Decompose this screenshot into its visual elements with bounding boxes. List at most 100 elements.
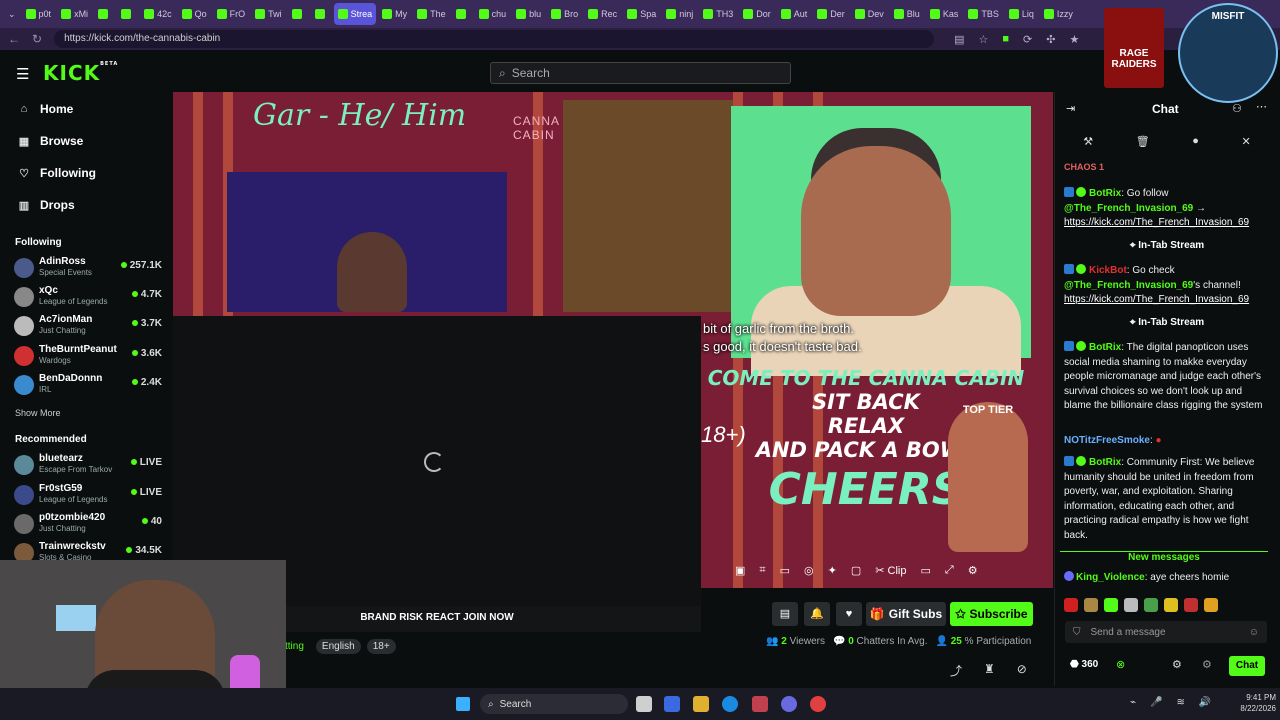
file-explorer-icon[interactable]	[693, 696, 709, 712]
kick-points-icon[interactable]: ⊗	[1116, 658, 1125, 671]
pip-icon[interactable]: ▢	[851, 564, 861, 577]
browser-tab[interactable]: chu	[475, 3, 511, 25]
recommended-channel[interactable]: p0tzombie420 Just Chatting 40	[14, 512, 164, 538]
share-list-button[interactable]: ▤	[772, 602, 798, 626]
settings-wheel-icon[interactable]: ◎	[804, 564, 814, 577]
caption-icon[interactable]: ▭	[920, 564, 930, 577]
trash-icon[interactable]: 🗑	[1136, 135, 1150, 148]
trophy-icon[interactable]: ♜	[984, 662, 995, 679]
favorites-icon[interactable]: ★	[1069, 33, 1079, 46]
emoji-icon[interactable]: ☺	[1249, 627, 1259, 638]
age-tag[interactable]: 18+	[366, 639, 396, 654]
following-channel[interactable]: AdinRoss Special Events 257.1K	[14, 256, 164, 282]
taskbar-clock[interactable]: 9:41 PM 8/22/2026	[1228, 692, 1276, 714]
browser-tab[interactable]	[452, 3, 473, 25]
speech-icon[interactable]: ●	[1192, 135, 1199, 148]
browser-tab[interactable]: p0t	[22, 3, 56, 25]
collapse-chat-icon[interactable]: ⇥	[1066, 102, 1075, 115]
task-view-icon[interactable]	[636, 696, 652, 712]
emote-icon[interactable]	[1184, 598, 1198, 612]
camera-icon[interactable]: ▣	[735, 564, 745, 577]
search-input[interactable]: ⌕ Search	[490, 62, 791, 84]
hammer-icon[interactable]: ⚒	[1083, 135, 1093, 148]
browser-tab[interactable]	[94, 3, 115, 25]
hide-icon[interactable]: ⊘	[1017, 662, 1027, 679]
nav-following[interactable]: ♡ Following	[18, 166, 96, 180]
nav-home[interactable]: ⌂ Home	[18, 102, 74, 116]
emote-icon[interactable]	[1064, 598, 1078, 612]
sparkle-icon[interactable]: ✦	[828, 564, 837, 577]
nav-drops[interactable]: ▥ Drops	[18, 198, 75, 212]
user-settings-icon[interactable]: ⚇	[1232, 102, 1242, 115]
notification-bell-button[interactable]: 🔔	[804, 602, 830, 626]
browser-tab[interactable]: Twi	[251, 3, 286, 25]
new-messages-divider[interactable]: New messages	[1060, 551, 1268, 564]
store-icon[interactable]	[752, 696, 768, 712]
following-channel[interactable]: TheBurntPeanut Wardogs 3.6K	[14, 344, 164, 370]
browser-tab[interactable]	[311, 3, 332, 25]
channel-points[interactable]: ⬣ 360	[1070, 659, 1098, 670]
fullscreen-icon[interactable]: ⤢	[945, 564, 954, 577]
volume-icon[interactable]: 🔊	[1199, 697, 1211, 708]
browser-tab[interactable]: Strea	[333, 3, 377, 25]
reader-icon[interactable]: ▤	[954, 33, 964, 46]
discord-icon[interactable]	[781, 696, 797, 712]
following-channel[interactable]: BenDaDonnn IRL 2.4K	[14, 373, 164, 399]
browser-tab[interactable]: My	[378, 3, 411, 25]
browser-tab[interactable]: TBS	[964, 3, 1003, 25]
chat-send-button[interactable]: Chat	[1229, 656, 1265, 676]
chat-settings-icon[interactable]: ⚙	[1172, 658, 1182, 671]
browser-tab[interactable]: Dev	[851, 3, 888, 25]
puzzle-icon[interactable]: ✣	[1046, 33, 1055, 46]
browser-tab[interactable]: Spa	[623, 3, 660, 25]
in-tab-stream-link[interactable]: ⌖ In-Tab Stream	[1064, 240, 1270, 251]
in-tab-stream-link[interactable]: ⌖ In-Tab Stream	[1064, 317, 1270, 328]
browser-tab[interactable]: Blu	[890, 3, 924, 25]
emote-icon[interactable]	[1084, 598, 1098, 612]
browser-tab[interactable]: Bro	[547, 3, 582, 25]
follow-heart-button[interactable]: ♥	[836, 602, 862, 626]
reload-icon[interactable]: ↻	[32, 32, 42, 46]
hamburger-menu-icon[interactable]: ☰	[16, 65, 29, 83]
more-options-icon[interactable]: ⋯	[1256, 100, 1267, 113]
chat-message-input[interactable]: ⛉ Send a message ☺	[1065, 621, 1267, 643]
browser-tab[interactable]	[288, 3, 309, 25]
mic-icon[interactable]: 🎤	[1150, 697, 1162, 708]
network-icon[interactable]: ⌁	[1130, 697, 1136, 708]
browser-tab[interactable]: Dor	[739, 3, 775, 25]
browser-tab[interactable]: Aut	[777, 3, 812, 25]
browser-tab[interactable]: Qo	[178, 3, 211, 25]
emote-icon[interactable]	[1124, 598, 1138, 612]
emote-icon[interactable]	[1104, 598, 1118, 612]
browser-tab[interactable]: Der	[813, 3, 849, 25]
language-tag[interactable]: English	[315, 639, 361, 654]
browser-tab[interactable]: blu	[512, 3, 545, 25]
nav-browse[interactable]: ▦ Browse	[18, 134, 84, 148]
theater-icon[interactable]: ▭	[780, 564, 790, 577]
browser-tab[interactable]: 42c	[140, 3, 176, 25]
share-icon[interactable]: ⤴	[950, 662, 962, 679]
browser-tab[interactable]: FrO	[213, 3, 250, 25]
bookmark-star-icon[interactable]: ☆	[978, 33, 988, 46]
browser-tab[interactable]: xMi	[57, 3, 92, 25]
gift-subs-button[interactable]: 🎁 Gift Subs	[866, 602, 946, 626]
following-channel[interactable]: xQc League of Legends 4.7K	[14, 285, 164, 311]
wifi-icon[interactable]: ≋	[1176, 697, 1184, 708]
emote-icon[interactable]	[1164, 598, 1178, 612]
taskbar-search[interactable]: ⌕ Search	[480, 694, 628, 714]
url-field[interactable]: https://kick.com/the-cannabis-cabin	[54, 30, 935, 48]
kick-logo[interactable]: KICKBETA	[43, 61, 118, 85]
obs-icon[interactable]	[810, 696, 826, 712]
emote-icon[interactable]	[1144, 598, 1158, 612]
copilot-icon[interactable]	[664, 696, 680, 712]
category-tag[interactable]: tting	[285, 639, 310, 654]
back-icon[interactable]: ←	[8, 32, 20, 46]
sync-icon[interactable]: ⟳	[1023, 33, 1032, 46]
chat-link[interactable]: https://kick.com/The_French_Invasion_69	[1064, 294, 1249, 305]
x-icon[interactable]: ✕	[1241, 135, 1250, 148]
browser-tab[interactable]: Izzy	[1040, 3, 1077, 25]
edge-icon[interactable]	[722, 696, 738, 712]
extension-gear-icon[interactable]: ⚙	[1202, 658, 1212, 671]
browser-tab[interactable]: The	[413, 3, 450, 25]
browser-tab[interactable]: Rec	[584, 3, 621, 25]
